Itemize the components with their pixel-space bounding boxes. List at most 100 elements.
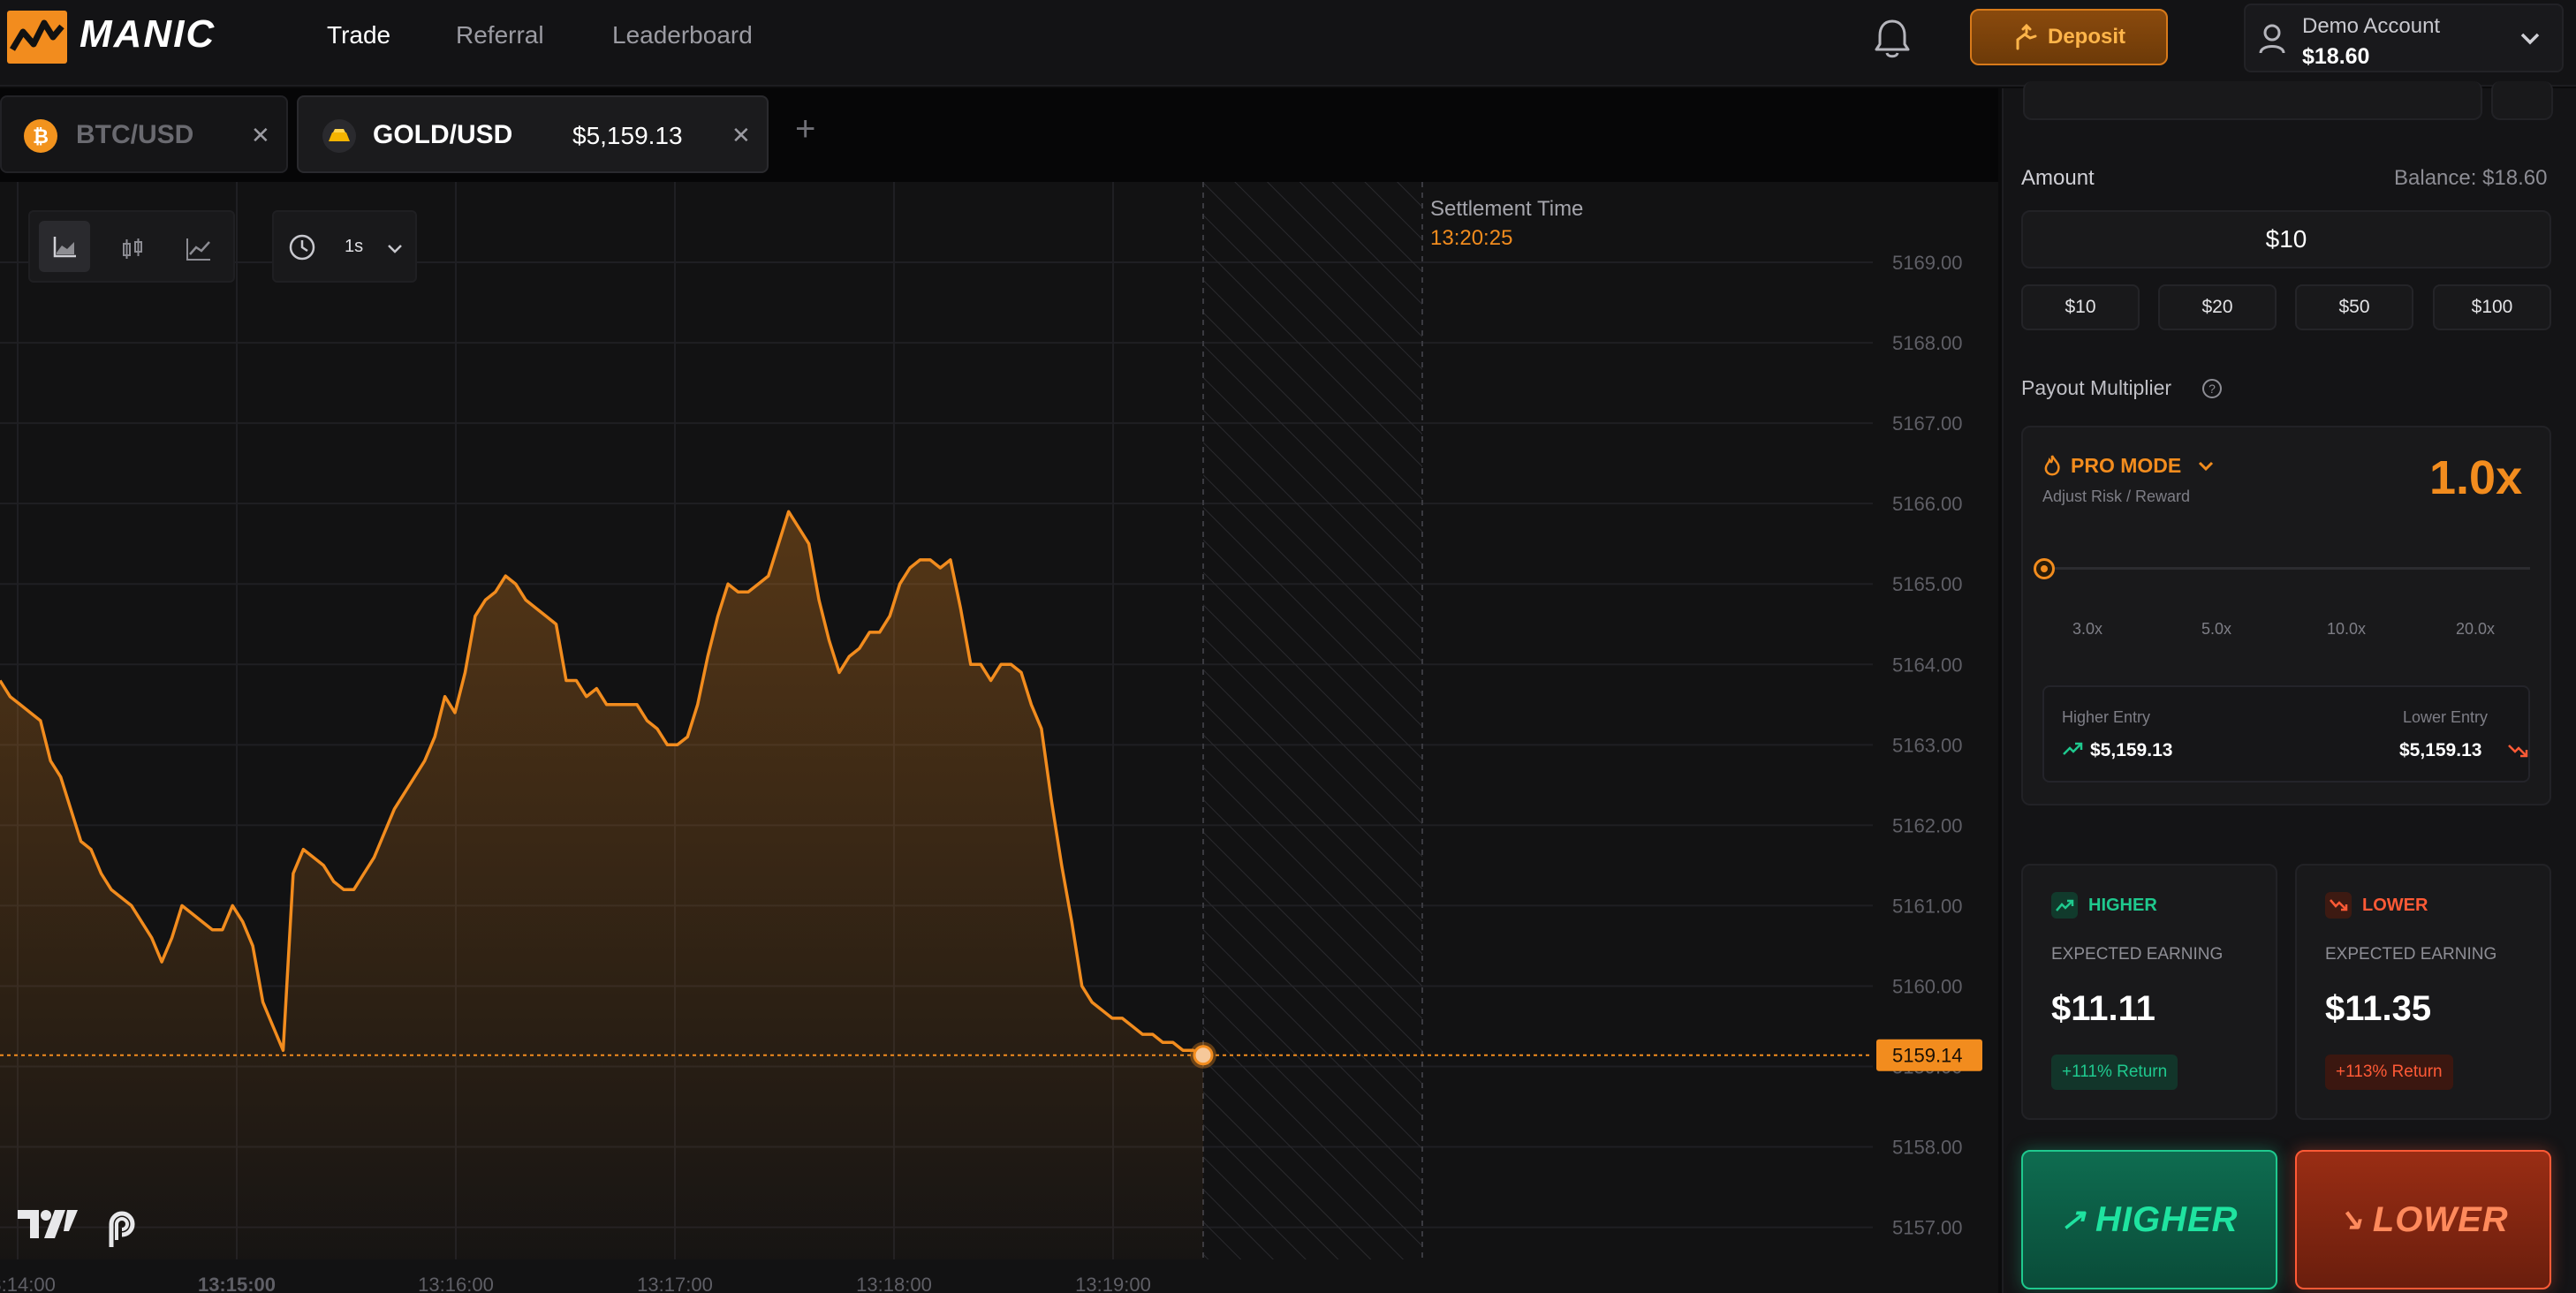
lower-card-subtitle: EXPECTED EARNING: [2325, 945, 2497, 964]
pair-price: $5,159.13: [572, 122, 683, 149]
y-tick-label: 5163.00: [1892, 734, 1963, 756]
pro-mode-toggle[interactable]: PRO MODE: [2071, 454, 2181, 478]
close-icon[interactable]: ✕: [731, 122, 751, 149]
svg-text:?: ?: [2209, 382, 2216, 396]
lower-button[interactable]: ↘ LOWER: [2295, 1150, 2551, 1289]
y-tick-label: 5158.00: [1892, 1137, 1963, 1159]
x-tick-label: 13:18:00: [856, 1274, 932, 1293]
y-tick-label: 5165.00: [1892, 573, 1963, 595]
x-tick-label: 13:16:00: [418, 1274, 494, 1293]
lower-button-label: LOWER: [2372, 1199, 2509, 1239]
settlement-time: 13:20:25: [1430, 226, 1512, 250]
price-chart[interactable]: Settlement Time 13:20:25 5169.00 5168.00 5…: [0, 182, 1998, 1293]
higher-card-subtitle: EXPECTED EARNING: [2051, 945, 2224, 964]
slider-tick: 3.0x: [2072, 620, 2103, 638]
account-label: Demo Account: [2302, 14, 2441, 38]
lower-earning: $11.35: [2325, 989, 2432, 1028]
amount-chip-100[interactable]: $100: [2433, 284, 2551, 330]
slider-tick: 10.0x: [2327, 620, 2367, 638]
nav-leaderboard[interactable]: Leaderboard: [612, 21, 753, 49]
interval-value: 1s: [345, 237, 364, 256]
higher-button-label: HIGHER: [2095, 1199, 2239, 1239]
y-tick-label: 5164.00: [1892, 654, 1963, 676]
pair-tab-btc[interactable]: ₿ BTC/USD ✕: [0, 95, 288, 173]
balance-label: Balance: $18.60: [2394, 166, 2548, 190]
y-tick-label: 5157.00: [1892, 1217, 1963, 1239]
deposit-button[interactable]: Deposit: [1970, 9, 2168, 65]
add-pair-icon[interactable]: +: [795, 110, 815, 149]
nav-trade[interactable]: Trade: [327, 21, 390, 49]
svg-text:₿: ₿: [33, 126, 49, 148]
lower-entry-value: $5,159.13: [2399, 740, 2482, 760]
higher-card-title: HIGHER: [2088, 896, 2157, 915]
nav-referral[interactable]: Referral: [456, 21, 544, 49]
chevron-down-icon: [2520, 33, 2540, 45]
amount-label: Amount: [2021, 166, 2095, 190]
bell-icon[interactable]: [1871, 16, 1913, 62]
x-tick-label: 13:17:00: [637, 1274, 713, 1293]
price-area: [0, 511, 1203, 1259]
bitcoin-icon: ₿: [24, 119, 57, 153]
interval-selector[interactable]: 1s: [272, 210, 417, 283]
tradingview-icon[interactable]: [16, 1206, 80, 1242]
x-tick-label: 13:14:00: [0, 1274, 56, 1293]
line-chart-icon[interactable]: [186, 237, 212, 261]
duration-field[interactable]: [2023, 81, 2482, 120]
y-tick-label: 5167.00: [1892, 412, 1963, 435]
higher-entry-label: Higher Entry: [2062, 708, 2151, 726]
chevron-down-icon[interactable]: [2198, 461, 2214, 472]
multiplier-label: Payout Multiplier: [2021, 376, 2172, 399]
candlestick-icon[interactable]: [120, 237, 145, 261]
amount-chip-10[interactable]: $10: [2021, 284, 2140, 330]
x-tick-label: 13:15:00: [198, 1274, 276, 1293]
chart-type-toolbar: [28, 210, 235, 283]
amount-input[interactable]: $10: [2021, 210, 2551, 268]
amount-chip-50[interactable]: $50: [2295, 284, 2413, 330]
arrow-up-right-icon: ↗: [2060, 1203, 2087, 1236]
logo-icon[interactable]: [7, 11, 67, 64]
deposit-label: Deposit: [2047, 25, 2125, 49]
area-chart-icon: [53, 237, 76, 258]
settlement-title: Settlement Time: [1430, 197, 1583, 221]
chart-canvas[interactable]: Settlement Time 13:20:25 5169.00 5168.00 5…: [0, 182, 1998, 1293]
trend-up-icon: [2056, 899, 2074, 911]
lower-return-badge: +113% Return: [2325, 1055, 2453, 1090]
deposit-icon: [2016, 24, 2037, 50]
close-icon[interactable]: ✕: [251, 122, 270, 149]
arrow-down-right-icon: ↘: [2337, 1203, 2364, 1236]
multiplier-slider-track[interactable]: [2042, 567, 2530, 570]
x-tick-label: 13:19:00: [1075, 1274, 1151, 1293]
trend-down-icon: [2508, 745, 2528, 758]
multiplier-slider-thumb[interactable]: [2034, 558, 2055, 579]
area-chart-button[interactable]: [39, 221, 90, 272]
lower-entry-label: Lower Entry: [2403, 708, 2489, 726]
chevron-down-icon: [388, 245, 402, 253]
help-icon[interactable]: ?: [2201, 378, 2223, 399]
y-tick-label: 5161.00: [1892, 895, 1963, 917]
y-tick-label: 5169.00: [1892, 252, 1963, 274]
higher-earning: $11.11: [2051, 989, 2156, 1028]
amount-chip-20[interactable]: $20: [2158, 284, 2277, 330]
settlement-zone: [1203, 182, 1422, 1259]
trend-up-icon: [2063, 742, 2083, 755]
higher-return-badge: +111% Return: [2051, 1055, 2178, 1090]
pair-tab-gold[interactable]: GOLD/USD $5,159.13 ✕: [297, 95, 769, 173]
clock-icon: [289, 234, 315, 261]
user-icon: [2259, 24, 2285, 54]
pyth-icon[interactable]: [102, 1208, 138, 1249]
mode-subtitle: Adjust Risk / Reward: [2042, 488, 2191, 505]
lower-card-badge: [2325, 892, 2352, 919]
brand-name[interactable]: MANIC: [80, 12, 216, 57]
duration-stepper[interactable]: [2491, 81, 2553, 120]
trend-down-icon: [2330, 899, 2348, 911]
higher-card-badge: [2051, 892, 2078, 919]
account-selector[interactable]: Demo Account $18.60: [2244, 4, 2564, 72]
account-balance: $18.60: [2302, 44, 2370, 69]
current-price-marker: [1193, 1045, 1214, 1066]
pair-name: GOLD/USD: [373, 120, 513, 149]
amount-value: $10: [2265, 225, 2307, 253]
slider-tick: 5.0x: [2201, 620, 2232, 638]
gold-icon: [322, 119, 356, 153]
higher-button[interactable]: ↗ HIGHER: [2021, 1150, 2277, 1289]
entry-box: [2042, 685, 2530, 783]
